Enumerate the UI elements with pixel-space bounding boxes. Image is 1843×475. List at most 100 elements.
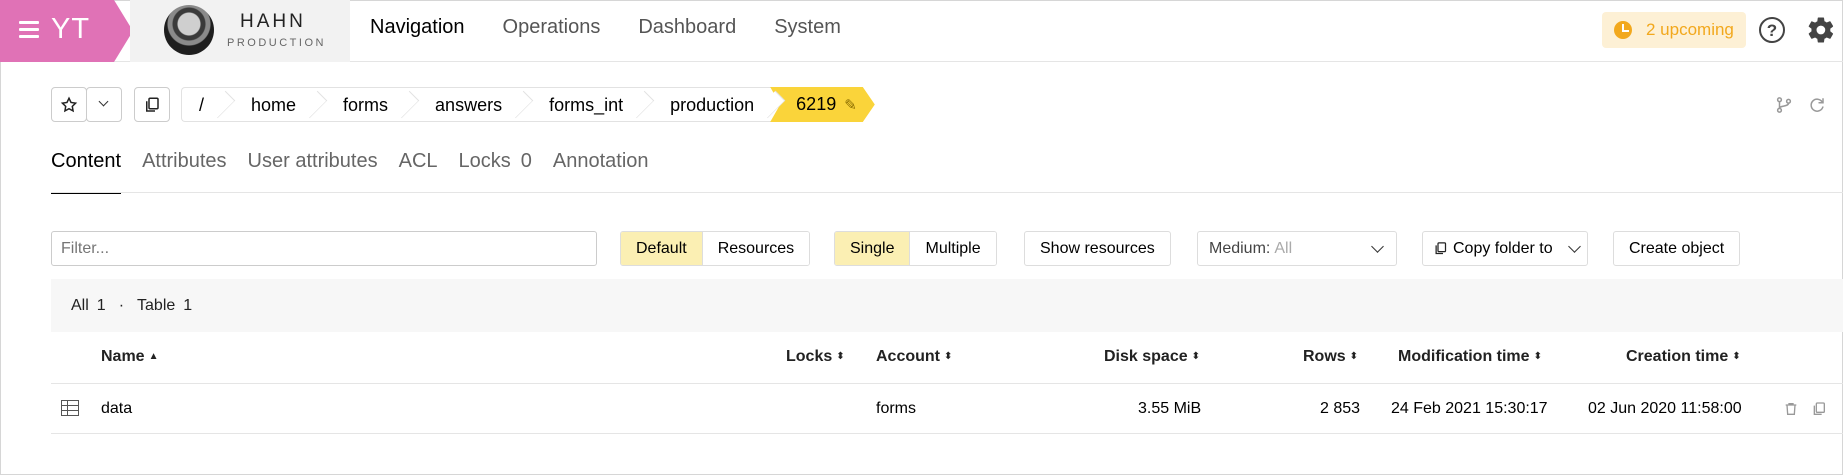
refresh-icon[interactable]	[1808, 96, 1826, 114]
summary-all[interactable]: All 1	[71, 297, 106, 314]
current-node-label: 6219	[796, 94, 837, 114]
selection-single[interactable]: Single	[835, 232, 910, 265]
type-summary: All 1 · Table 1	[51, 279, 1843, 332]
breadcrumb-root[interactable]: /	[181, 87, 225, 122]
sort-asc-icon: ▲	[148, 351, 159, 362]
col-name-label: Name	[101, 348, 145, 365]
top-header: YT HAHN PRODUCTION Navigation Operations…	[0, 0, 1843, 62]
breadcrumb-item[interactable]: forms	[316, 87, 409, 122]
cell-name[interactable]: data	[101, 400, 132, 418]
medium-select[interactable]: Medium: All	[1197, 231, 1397, 266]
medium-label: Medium:	[1209, 240, 1271, 257]
breadcrumb-item[interactable]: home	[224, 87, 317, 122]
copy-icon	[1435, 242, 1447, 255]
mode-default[interactable]: Default	[621, 232, 702, 265]
tab-user-attributes[interactable]: User attributes	[248, 150, 378, 194]
tab-acl[interactable]: ACL	[399, 150, 438, 194]
col-creation-time-label: Creation time	[1626, 348, 1729, 365]
copy-icon	[146, 97, 159, 112]
summary-table[interactable]: Table 1	[137, 297, 192, 314]
nav-operations[interactable]: Operations	[503, 16, 601, 39]
selection-mode-switch: Single Multiple	[834, 231, 997, 266]
favorite-button[interactable]	[51, 87, 87, 122]
summary-all-label: All	[71, 297, 89, 314]
main-nav: Navigation Operations Dashboard System	[370, 16, 879, 39]
col-rows[interactable]: Rows ⬍	[1303, 348, 1358, 366]
chevron-down-icon	[1371, 240, 1384, 253]
sort-icon: ⬍	[1732, 351, 1741, 362]
copy-folder-label: Copy folder to	[1453, 240, 1553, 257]
breadcrumb-item[interactable]: forms_int	[522, 87, 644, 122]
nav-navigation[interactable]: Navigation	[370, 16, 465, 39]
create-object-button[interactable]: Create object	[1613, 231, 1741, 266]
summary-all-count: 1	[96, 297, 106, 314]
col-locks[interactable]: Locks ⬍	[786, 348, 845, 366]
sort-icon: ⬍	[1533, 351, 1542, 362]
summary-separator: ·	[118, 297, 125, 314]
tab-annotation[interactable]: Annotation	[553, 150, 649, 194]
selection-multiple[interactable]: Multiple	[909, 232, 996, 265]
upcoming-label: 2 upcoming	[1646, 20, 1734, 39]
col-account[interactable]: Account ⬍	[876, 348, 952, 366]
cluster-name: HAHN	[240, 11, 306, 32]
pencil-icon[interactable]: ✎	[844, 88, 857, 123]
summary-table-count: 1	[183, 297, 193, 314]
col-disk-space[interactable]: Disk space ⬍	[1104, 348, 1200, 366]
col-disk-space-label: Disk space	[1104, 348, 1188, 365]
nav-dashboard[interactable]: Dashboard	[638, 16, 736, 39]
copy-folder-button[interactable]: Copy folder to	[1422, 231, 1588, 266]
summary-table-label: Table	[137, 297, 176, 314]
tab-locks[interactable]: Locks 0	[459, 150, 532, 194]
copy-path-button[interactable]	[134, 87, 170, 122]
view-mode-switch: Default Resources	[620, 231, 811, 266]
medium-value: All	[1274, 240, 1293, 257]
favorites-dropdown-button[interactable]	[86, 87, 122, 122]
sort-icon: ⬍	[1349, 351, 1359, 362]
col-name[interactable]: Name ▲	[101, 348, 158, 366]
upcoming-badge[interactable]: 2 upcoming	[1602, 12, 1746, 48]
sort-icon: ⬍	[1191, 351, 1200, 362]
cluster-selector[interactable]: HAHN PRODUCTION	[130, 0, 350, 62]
cell-account: forms	[876, 400, 916, 417]
chevron-down-icon	[1568, 240, 1581, 253]
cell-modification-time: 24 Feb 2021 15:30:17	[1391, 400, 1548, 417]
logo-text: YT	[51, 13, 91, 45]
nav-system[interactable]: System	[774, 16, 841, 39]
tabs: Content Attributes User attributes ACL L…	[51, 150, 670, 194]
col-locks-label: Locks	[786, 348, 833, 365]
tab-locks-label: Locks	[458, 150, 511, 172]
col-modification-time-label: Modification time	[1398, 348, 1530, 365]
clock-icon	[1614, 21, 1632, 39]
branch-icon[interactable]	[1775, 96, 1793, 114]
cluster-env: PRODUCTION	[227, 37, 326, 49]
breadcrumb: / home forms answers forms_int productio…	[181, 87, 875, 122]
chevron-down-icon	[98, 96, 109, 107]
app-logo[interactable]: YT	[0, 0, 133, 62]
trash-icon[interactable]	[1783, 401, 1799, 417]
menu-icon[interactable]	[19, 21, 39, 39]
breadcrumb-item[interactable]: production	[643, 87, 775, 122]
filter-input[interactable]	[51, 231, 597, 266]
cell-rows: 2 853	[1320, 400, 1361, 417]
mode-resources[interactable]: Resources	[701, 232, 810, 265]
col-creation-time[interactable]: Creation time ⬍	[1626, 348, 1741, 366]
tab-locks-count: 0	[520, 150, 532, 172]
help-icon[interactable]: ?	[1759, 17, 1785, 43]
col-modification-time[interactable]: Modification time ⬍	[1398, 348, 1542, 366]
tab-content[interactable]: Content	[51, 150, 122, 194]
col-rows-label: Rows	[1303, 348, 1346, 365]
table-icon	[61, 400, 79, 416]
tab-attributes[interactable]: Attributes	[142, 150, 226, 194]
copy-icon[interactable]	[1811, 401, 1827, 417]
star-icon	[60, 96, 78, 113]
tabs-divider	[51, 192, 1843, 193]
col-account-label: Account	[876, 348, 940, 365]
show-resources-button[interactable]: Show resources	[1024, 231, 1171, 266]
breadcrumb-current[interactable]: 6219 ✎	[770, 87, 875, 122]
breadcrumb-item[interactable]: answers	[408, 87, 523, 122]
table-row[interactable]: data forms 3.55 MiB 2 853 24 Feb 2021 15…	[51, 385, 1843, 434]
gear-icon[interactable]	[1806, 15, 1836, 45]
cell-creation-time: 02 Jun 2020 11:58:00	[1588, 400, 1742, 417]
cluster-avatar	[164, 5, 214, 55]
table-header: Name ▲ Locks ⬍ Account ⬍ Disk space ⬍ Rows ⬍ …	[51, 333, 1843, 384]
